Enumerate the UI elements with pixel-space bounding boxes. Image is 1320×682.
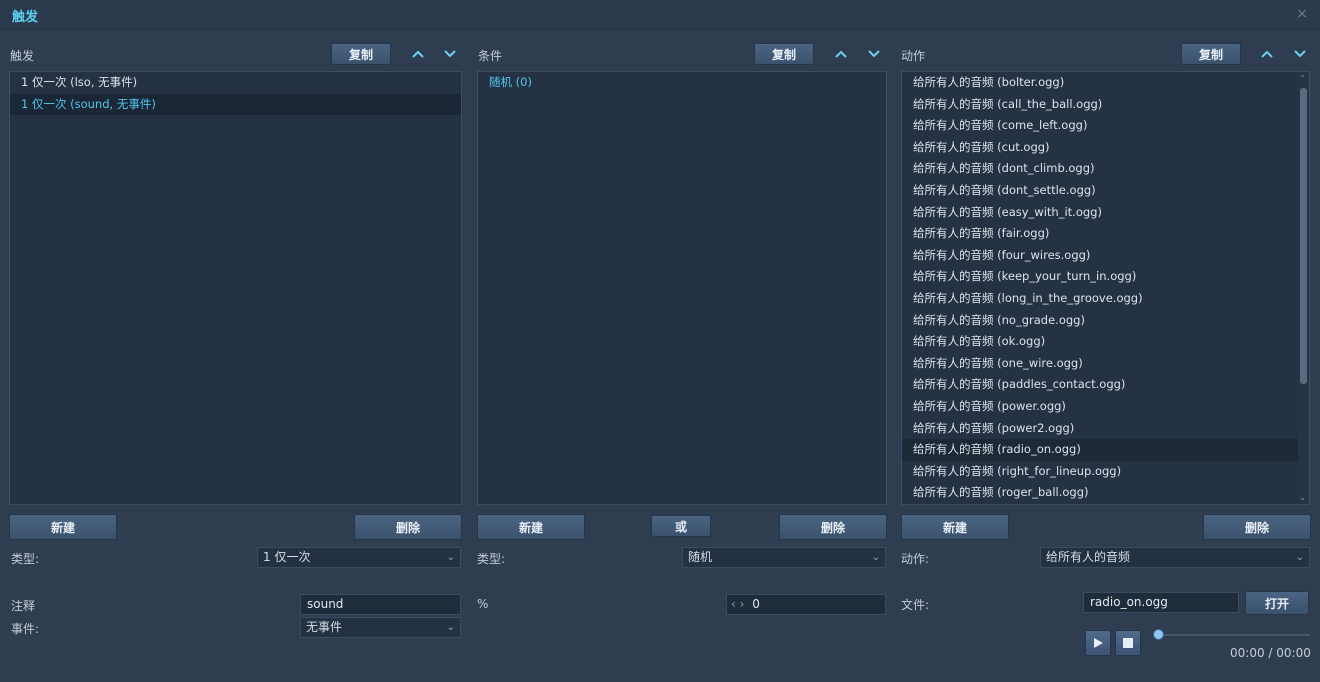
spinner-arrows-icon[interactable]: ‹ › — [731, 597, 744, 611]
conditions-header: 条件 — [478, 49, 503, 63]
chevron-down-icon: ⌄ — [871, 552, 880, 563]
actions-copy-button[interactable]: 复制 — [1181, 43, 1241, 65]
actions-list[interactable]: 给所有人的音频 (bolter.ogg) 给所有人的音频 (call_the_ba… — [901, 71, 1310, 505]
playback-slider-knob[interactable] — [1153, 629, 1164, 640]
list-item[interactable]: 给所有人的音频 (right_for_lineup.ogg) — [902, 461, 1309, 483]
triggers-list[interactable]: 1 仅一次 (lso, 无事件) 1 仅一次 (sound, 无事件) — [9, 71, 462, 505]
list-item[interactable]: 给所有人的音频 (power.ogg) — [902, 396, 1309, 418]
action-type-select[interactable]: 给所有人的音频 ⌄ — [1040, 547, 1310, 568]
list-item[interactable]: 给所有人的音频 (ok.ogg) — [902, 331, 1309, 353]
comment-input[interactable]: sound — [300, 594, 461, 615]
event-value: 无事件 — [306, 620, 343, 634]
playback-time: 00:00 / 00:00 — [1230, 646, 1311, 660]
list-item[interactable]: 给所有人的音频 (easy_with_it.ogg) — [902, 202, 1309, 224]
conditions-list[interactable]: 随机 (0) — [477, 71, 887, 505]
stop-button[interactable] — [1115, 630, 1141, 656]
triggers-header: 触发 — [10, 49, 35, 63]
close-icon[interactable]: × — [1296, 6, 1308, 22]
list-item[interactable]: 给所有人的音频 (long_in_the_groove.ogg) — [902, 288, 1309, 310]
trigger-type-label: 类型: — [11, 552, 40, 566]
list-item[interactable]: 随机 (0) — [478, 72, 886, 94]
list-item[interactable]: 给所有人的音频 (dont_settle.ogg) — [902, 180, 1309, 202]
play-button[interactable] — [1085, 630, 1111, 656]
conditions-delete-button[interactable]: 删除 — [779, 514, 887, 540]
list-item[interactable]: 1 仅一次 (lso, 无事件) — [10, 72, 461, 94]
chevron-down-icon: ⌄ — [446, 622, 455, 633]
event-select[interactable]: 无事件 ⌄ — [300, 617, 461, 638]
playback-slider-track[interactable] — [1160, 634, 1310, 636]
chevron-down-icon[interactable] — [1291, 45, 1309, 63]
conditions-new-button[interactable]: 新建 — [477, 514, 585, 540]
list-item[interactable]: 给所有人的音频 (roger_ball.ogg) — [902, 482, 1309, 504]
actions-scrollbar[interactable]: ⌃ ⌄ — [1298, 72, 1309, 504]
play-icon — [1094, 638, 1103, 648]
triggers-delete-button[interactable]: 删除 — [354, 514, 462, 540]
event-label: 事件: — [11, 622, 40, 636]
chevron-down-icon: ⌄ — [446, 552, 455, 563]
title-bar: 触发 × — [0, 0, 1320, 30]
percent-spinner[interactable]: ‹ › 0 — [726, 594, 886, 615]
list-item[interactable]: 给所有人的音频 (bolter.ogg) — [902, 72, 1309, 94]
file-label: 文件: — [901, 598, 930, 612]
open-file-button[interactable]: 打开 — [1245, 591, 1309, 615]
condition-type-value: 随机 — [688, 550, 713, 564]
triggers-new-button[interactable]: 新建 — [9, 514, 117, 540]
chevron-down-icon: ⌄ — [1295, 552, 1304, 563]
trigger-type-select[interactable]: 1 仅一次 ⌄ — [257, 547, 461, 568]
list-item[interactable]: 给所有人的音频 (fair.ogg) — [902, 223, 1309, 245]
list-item[interactable]: 给所有人的音频 (power2.ogg) — [902, 418, 1309, 440]
condition-type-select[interactable]: 随机 ⌄ — [682, 547, 886, 568]
chevron-down-icon[interactable] — [441, 45, 459, 63]
scroll-up-icon[interactable]: ⌃ — [1299, 74, 1306, 83]
chevron-down-icon[interactable] — [865, 45, 883, 63]
list-item[interactable]: 给所有人的音频 (radio_on.ogg) — [902, 439, 1309, 461]
condition-type-label: 类型: — [477, 552, 506, 566]
scrollbar-thumb[interactable] — [1300, 88, 1307, 384]
list-item[interactable]: 给所有人的音频 (one_wire.ogg) — [902, 353, 1309, 375]
list-item[interactable]: 给所有人的音频 (four_wires.ogg) — [902, 245, 1309, 267]
chevron-up-icon[interactable] — [409, 45, 427, 63]
scroll-down-icon[interactable]: ⌄ — [1299, 493, 1306, 502]
action-type-label: 动作: — [901, 552, 930, 566]
percent-label: % — [477, 597, 489, 611]
comment-label: 注释 — [11, 599, 36, 613]
actions-new-button[interactable]: 新建 — [901, 514, 1009, 540]
triggers-copy-button[interactable]: 复制 — [331, 43, 391, 65]
action-type-value: 给所有人的音频 — [1046, 550, 1131, 564]
list-item[interactable]: 给所有人的音频 (no_grade.ogg) — [902, 310, 1309, 332]
file-input[interactable]: radio_on.ogg — [1083, 592, 1239, 613]
list-item[interactable]: 给所有人的音频 (cut.ogg) — [902, 137, 1309, 159]
chevron-up-icon[interactable] — [832, 45, 850, 63]
chevron-up-icon[interactable] — [1258, 45, 1276, 63]
list-item[interactable]: 1 仅一次 (sound, 无事件) — [10, 93, 461, 116]
list-item[interactable]: 给所有人的音频 (come_left.ogg) — [902, 115, 1309, 137]
conditions-copy-button[interactable]: 复制 — [754, 43, 814, 65]
percent-value: 0 — [752, 597, 760, 611]
actions-header: 动作 — [901, 49, 926, 63]
stop-icon — [1123, 638, 1133, 648]
conditions-or-button[interactable]: 或 — [651, 515, 711, 537]
actions-delete-button[interactable]: 删除 — [1203, 514, 1311, 540]
window-title: 触发 — [12, 10, 39, 25]
list-item[interactable]: 给所有人的音频 (paddles_contact.ogg) — [902, 374, 1309, 396]
list-item[interactable]: 给所有人的音频 (call_the_ball.ogg) — [902, 94, 1309, 116]
list-item[interactable]: 给所有人的音频 (dont_climb.ogg) — [902, 158, 1309, 180]
list-item[interactable]: 给所有人的音频 (keep_your_turn_in.ogg) — [902, 266, 1309, 288]
trigger-type-value: 1 仅一次 — [263, 550, 311, 564]
